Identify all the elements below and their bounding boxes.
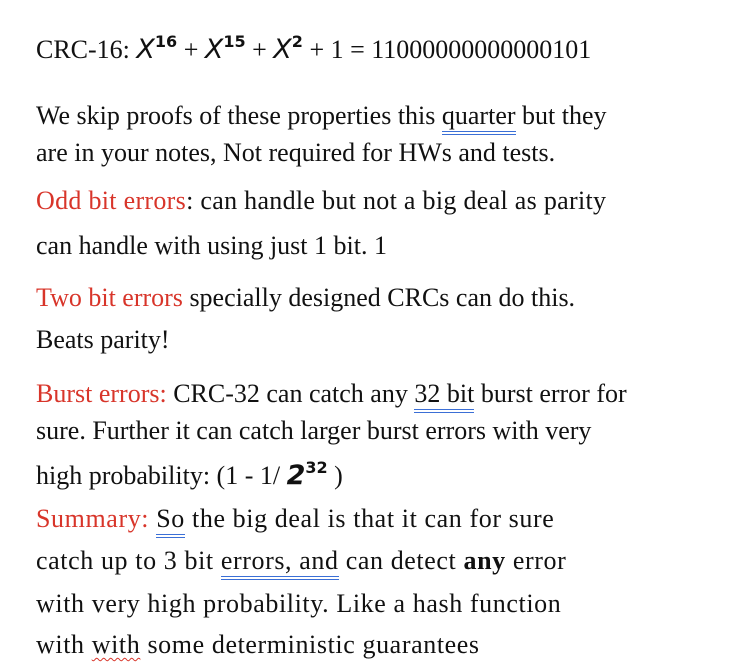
errors-and-link[interactable]: errors, and: [220, 546, 339, 580]
burst-text: sure. Further it can catch larger burst …: [36, 416, 592, 445]
two-bit-text: Beats parity!: [36, 325, 170, 354]
summary-line-3: with very high probability. Like a hash …: [36, 589, 561, 619]
power-exponent: 32: [305, 458, 328, 477]
so-link[interactable]: So: [156, 504, 185, 538]
any-bold: any: [463, 546, 506, 575]
crc-polynomial-line: CRC-16: X16 + X15 + X2 + 1 = 11000000000…: [36, 27, 591, 65]
two-bit-line-1: Two bit errors specially designed CRCs c…: [36, 283, 575, 313]
two-bit-text: specially designed CRCs can do this.: [182, 283, 576, 312]
burst-line-2: sure. Further it can catch larger burst …: [36, 416, 591, 446]
burst-text: burst error for: [474, 379, 627, 408]
burst-line-3: high probability: (1 - 1/ 232 ): [36, 453, 343, 491]
intro-line-2: are in your notes, Not required for HWs …: [36, 138, 555, 168]
plus-sign: +: [177, 35, 205, 64]
quarter-link[interactable]: quarter: [441, 101, 516, 135]
summary-line-1: Summary: So the big deal is that it can …: [36, 504, 555, 538]
burst-text: CRC-32 can catch any: [166, 379, 415, 408]
document-page: CRC-16: X16 + X15 + X2 + 1 = 11000000000…: [0, 0, 752, 672]
term-x16-base: X: [136, 34, 155, 65]
power-base: 2: [286, 460, 306, 491]
plus-sign: +: [245, 35, 274, 64]
summary-text: with very high probability. Like a hash …: [36, 589, 562, 618]
odd-bit-text: can handle with using just 1 bit. 1: [36, 231, 387, 260]
term-x16-exponent: 16: [154, 32, 178, 51]
burst-text: high probability: (1 - 1/: [36, 461, 287, 490]
intro-text: but they: [515, 101, 607, 130]
summary-line-2: catch up to 3 bit errors, and can detect…: [36, 546, 567, 580]
term-x2-exponent: 2: [291, 32, 303, 51]
summary-heading: Summary:: [36, 504, 150, 533]
odd-bit-line-2: can handle with using just 1 bit. 1: [36, 231, 387, 261]
intro-text: We skip proofs of these properties this: [36, 101, 442, 130]
two-bit-line-2: Beats parity!: [36, 325, 170, 355]
burst-text: ): [327, 461, 343, 490]
summary-text: catch up to 3 bit: [36, 546, 221, 575]
crc-label: CRC-16:: [36, 35, 137, 64]
intro-line-1: We skip proofs of these properties this …: [36, 101, 607, 135]
repeated-word-flag[interactable]: with: [92, 630, 141, 659]
burst-errors-heading: Burst errors:: [36, 379, 167, 408]
odd-bit-errors-heading: Odd bit errors: [36, 186, 187, 215]
32-bit-link[interactable]: 32 bit: [414, 379, 475, 413]
summary-text: with: [36, 630, 92, 659]
term-x15-exponent: 15: [223, 32, 246, 51]
burst-line-1: Burst errors: CRC-32 can catch any 32 bi…: [36, 379, 627, 413]
summary-text: error: [505, 546, 567, 575]
term-x15-base: X: [204, 34, 224, 65]
odd-bit-line-1: Odd bit errors: can handle but not a big…: [36, 186, 606, 216]
summary-line-4: with with some deterministic guarantees: [36, 630, 480, 660]
term-x2-base: X: [273, 34, 292, 65]
polynomial-binary: + 1 = 11000000000000101: [302, 35, 592, 64]
odd-bit-text: : can handle but not a big deal as parit…: [186, 186, 607, 215]
two-bit-errors-heading: Two bit errors: [36, 283, 183, 312]
intro-text: are in your notes, Not required for HWs …: [36, 138, 556, 167]
summary-text: can detect: [338, 546, 464, 575]
summary-text: some deterministic guarantees: [140, 630, 480, 659]
summary-text: the big deal is that it can for sure: [184, 504, 555, 533]
